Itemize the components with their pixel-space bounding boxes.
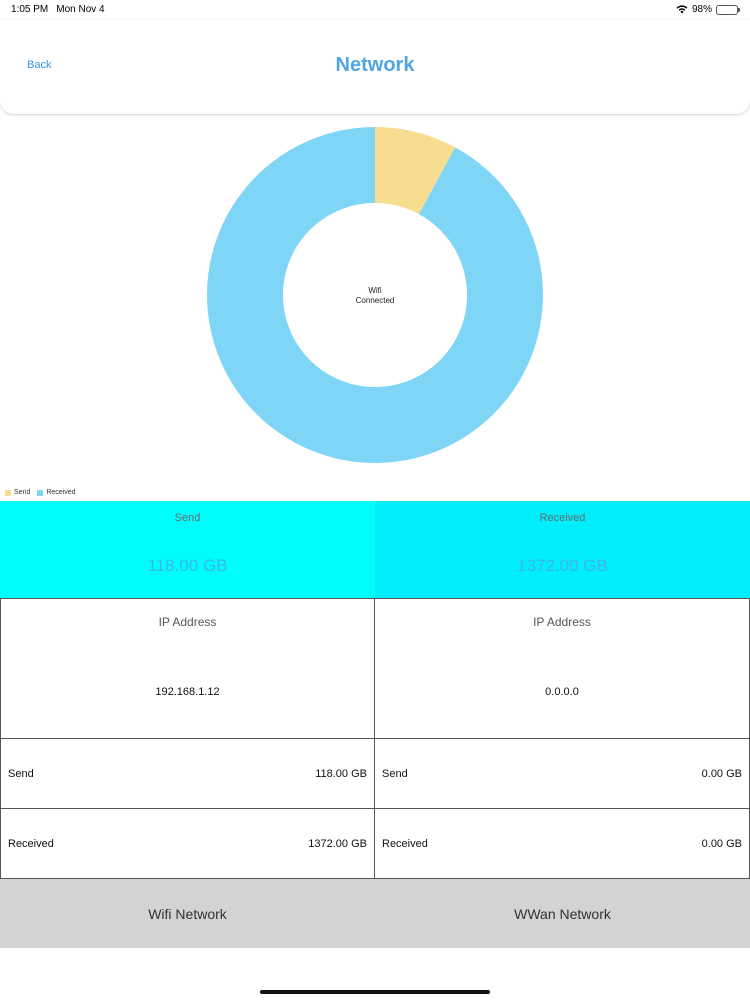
status-time: 1:05 PM: [11, 4, 49, 15]
wifi-received-label: Received: [8, 837, 54, 850]
legend-item-received: Received: [37, 489, 76, 496]
wwan-send-label: Send: [382, 767, 408, 780]
legend-label-send: Send: [14, 489, 31, 496]
wifi-icon: [676, 5, 688, 14]
total-received-value: 1372.00 GB: [517, 556, 608, 575]
status-bar: 1:05 PM Mon Nov 4 98%: [0, 0, 750, 20]
donut-hole: [295, 215, 455, 375]
received-stat-row: Received 1372.00 GB Received 0.00 GB: [0, 809, 750, 879]
legend-label-received: Received: [46, 489, 76, 496]
wwan-ip-label: IP Address: [533, 615, 591, 629]
wifi-send-value: 118.00 GB: [315, 767, 367, 780]
legend-item-send: Send: [5, 489, 30, 496]
wwan-send-cell: Send 0.00 GB: [375, 739, 750, 809]
wwan-received-cell: Received 0.00 GB: [375, 809, 750, 879]
donut-chart: WifiConnected: [206, 127, 543, 464]
legend-swatch-send: [5, 489, 11, 496]
wifi-ip-cell: IP Address 192.168.1.12: [0, 598, 375, 739]
wifi-send-label: Send: [8, 767, 34, 780]
status-date: Mon Nov 4: [56, 4, 105, 15]
total-send-label: Send: [174, 512, 201, 524]
total-received-card: Received 1372.00 GB: [375, 501, 750, 598]
navigation-bar: Back Network: [0, 20, 750, 114]
battery-percent: 98%: [691, 4, 712, 15]
wwan-received-value: 0.00 GB: [701, 837, 742, 850]
donut-center-status: Connected: [356, 296, 395, 305]
wwan-send-value: 0.00 GB: [701, 767, 742, 780]
page-title: Network: [335, 54, 415, 76]
chart-legend: Send Received: [5, 489, 79, 496]
legend-swatch-received: [37, 489, 44, 496]
home-indicator[interactable]: [260, 990, 490, 994]
donut-center-title: Wifi: [368, 286, 382, 295]
wifi-ip-label: IP Address: [158, 615, 217, 629]
tab-wifi-network[interactable]: Wifi Network: [0, 879, 375, 948]
network-usage-chart: Wifi Connected Send Received: [0, 114, 750, 501]
wwan-ip-value: 0.0.0.0: [545, 686, 579, 698]
wifi-received-cell: Received 1372.00 GB: [0, 809, 375, 879]
wifi-send-cell: Send 118.00 GB: [0, 739, 375, 809]
wwan-ip-cell: IP Address 0.0.0.0: [375, 598, 750, 739]
tab-wwan-network[interactable]: WWan Network: [375, 879, 750, 948]
total-send-card: Send 118.00 GB: [0, 501, 375, 598]
battery-icon: [716, 4, 740, 15]
totals-panel: Send 118.00 GB Received 1372.00 GB: [0, 501, 750, 598]
total-received-label: Received: [539, 512, 586, 524]
total-send-value: 118.00 GB: [147, 556, 228, 575]
wifi-received-value: 1372.00 GB: [308, 837, 367, 850]
wifi-ip-value: 192.168.1.12: [155, 686, 220, 698]
wwan-received-label: Received: [382, 837, 428, 850]
ip-address-row: IP Address 192.168.1.12 IP Address 0.0.0…: [0, 598, 750, 739]
network-tab-bar: Wifi Network WWan Network: [0, 879, 750, 948]
send-stat-row: Send 118.00 GB Send 0.00 GB: [0, 739, 750, 809]
